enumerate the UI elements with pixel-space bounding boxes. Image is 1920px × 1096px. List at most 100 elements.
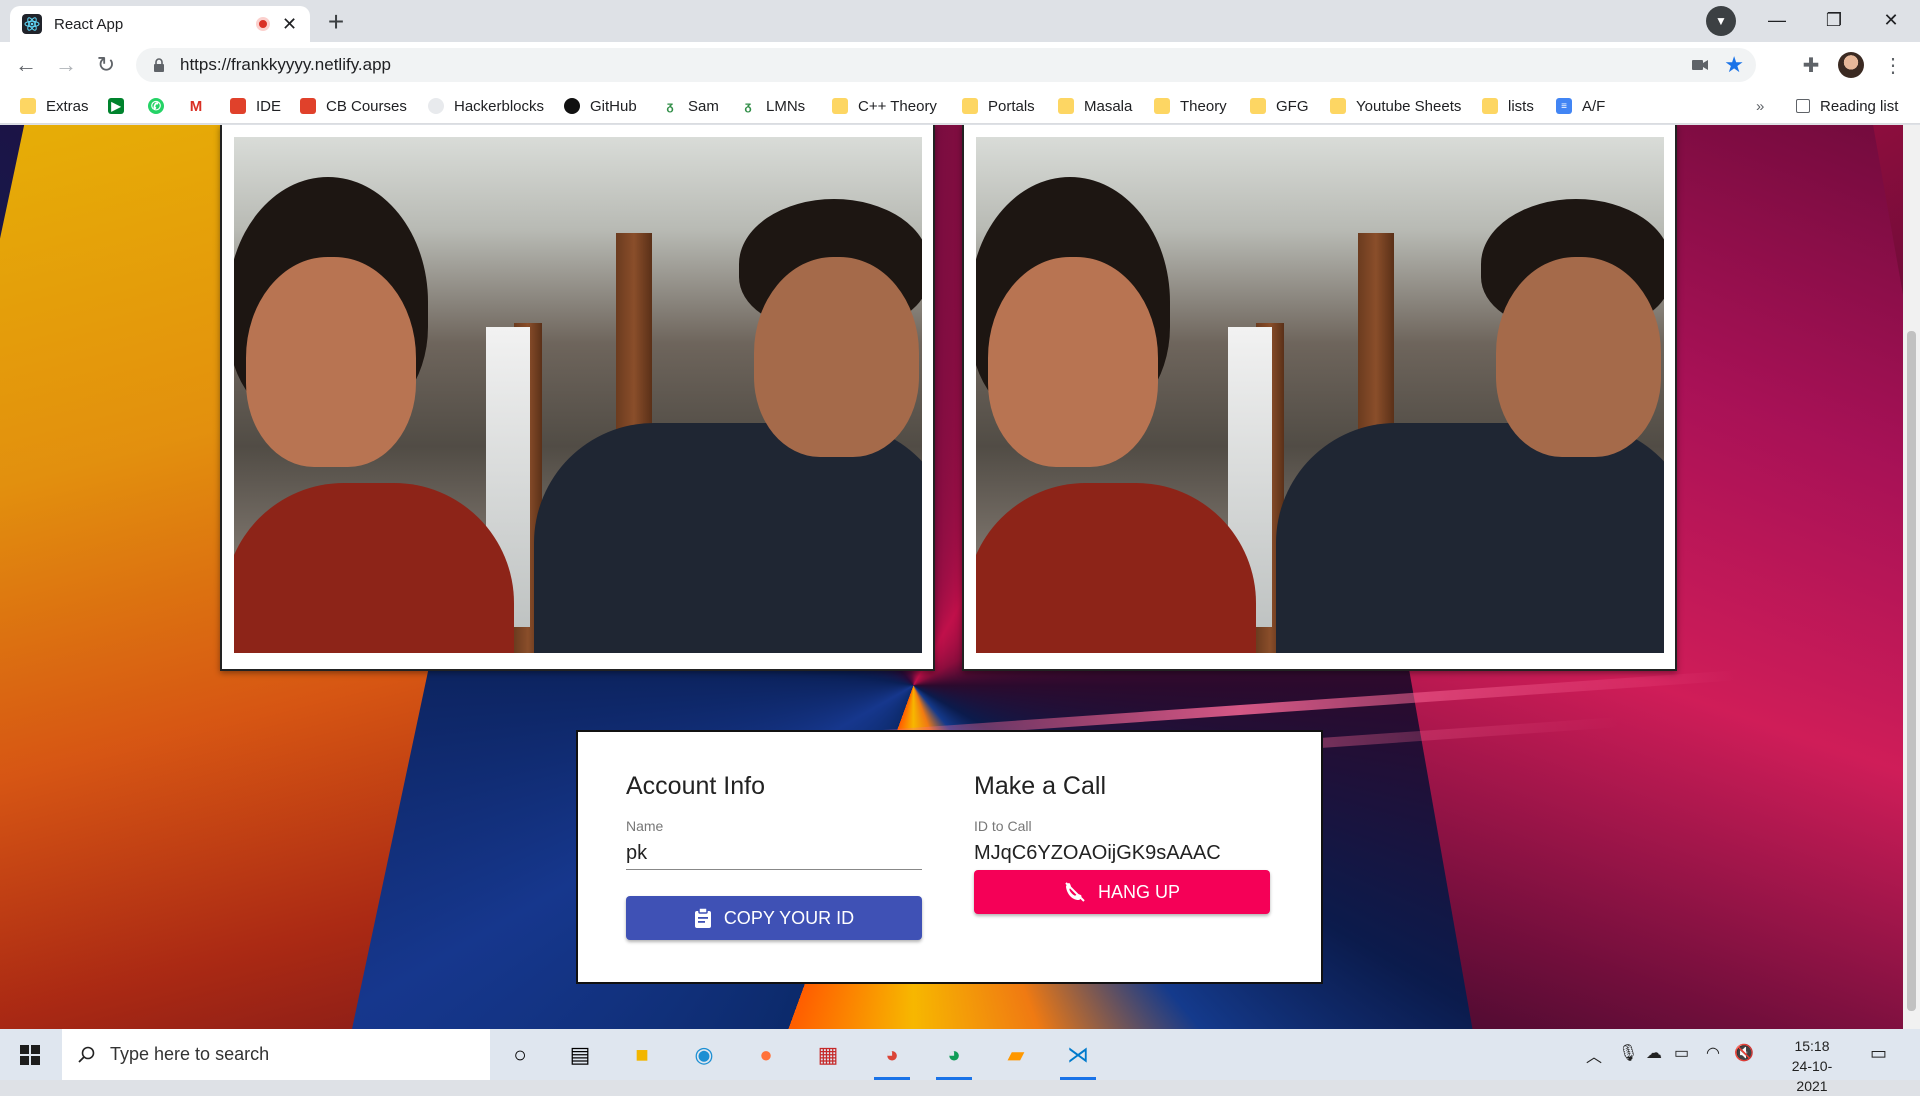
docs-icon: ≡ bbox=[1556, 98, 1572, 114]
bookmark-whatsapp[interactable]: ✆ bbox=[148, 94, 174, 118]
firefox-icon[interactable]: ● bbox=[746, 1037, 786, 1073]
bookmark-star-icon[interactable]: ★ bbox=[1724, 52, 1744, 78]
bookmark-label: A/F bbox=[1582, 97, 1606, 115]
sublime-text-icon[interactable]: ▰ bbox=[996, 1037, 1036, 1073]
bookmark-cpp-theory[interactable]: C++ Theory bbox=[832, 94, 937, 118]
volume-muted-icon[interactable]: 🔇 bbox=[1734, 1043, 1754, 1063]
cortana-icon[interactable]: ○ bbox=[500, 1037, 540, 1073]
bookmark-label: C++ Theory bbox=[858, 97, 937, 115]
bookmark-masala[interactable]: Masala bbox=[1058, 94, 1132, 118]
bookmark-af[interactable]: ≡ A/F bbox=[1556, 94, 1605, 118]
microphone-icon[interactable]: 🎙 bbox=[1618, 1043, 1638, 1063]
task-view-icon[interactable]: ▤ bbox=[560, 1037, 600, 1073]
bookmark-youtube-sheets[interactable]: Youtube Sheets bbox=[1330, 94, 1461, 118]
browser-tabstrip: React App ✕ + ▼ — ❐ ✕ bbox=[0, 0, 1920, 42]
extensions-icon[interactable]: ✚ bbox=[1796, 50, 1826, 80]
tab-title: React App bbox=[54, 15, 124, 33]
person-right-face bbox=[1496, 257, 1661, 457]
bookmark-lists[interactable]: lists bbox=[1482, 94, 1534, 118]
windows-start-icon[interactable] bbox=[20, 1045, 40, 1065]
bookmark-gfg[interactable]: GFG bbox=[1250, 94, 1309, 118]
address-bar[interactable]: https://frankkyyyy.netlify.app ★ bbox=[136, 48, 1756, 82]
bookmark-portals[interactable]: Portals bbox=[962, 94, 1035, 118]
bookmark-label: Extras bbox=[46, 97, 89, 115]
edge-icon[interactable]: ◉ bbox=[684, 1037, 724, 1073]
copy-id-button[interactable]: COPY YOUR ID bbox=[626, 896, 922, 940]
person-right-face bbox=[754, 257, 919, 457]
windows-taskbar: Type here to search ○ ▤ ■ ◉ ● ▦ ◕ ◕ ▰ ⋊ … bbox=[0, 1029, 1920, 1094]
system-clock[interactable]: 15:18 24-10-2021 bbox=[1777, 1036, 1847, 1096]
tab-search-icon[interactable]: ▼ bbox=[1706, 6, 1736, 36]
hackerblocks-icon bbox=[428, 98, 444, 114]
hang-up-button[interactable]: HANG UP bbox=[974, 870, 1270, 914]
profile-avatar[interactable] bbox=[1838, 52, 1864, 78]
bookmark-hackerblocks[interactable]: Hackerblocks bbox=[428, 94, 544, 118]
bookmark-github[interactable]: GitHub bbox=[564, 94, 637, 118]
recording-indicator-icon bbox=[256, 17, 270, 31]
menu-icon[interactable]: ⋮ bbox=[1878, 50, 1908, 80]
taskbar-search[interactable]: Type here to search bbox=[62, 1029, 490, 1080]
id-to-call-input[interactable]: MJqC6YZOAOijGK9sAAAC bbox=[974, 842, 1270, 870]
notifications-icon[interactable]: ▭ bbox=[1870, 1043, 1887, 1064]
clock-time: 15:18 bbox=[1794, 1038, 1830, 1054]
chrome-icon[interactable]: ◕ bbox=[872, 1037, 912, 1080]
restore-button[interactable]: ❐ bbox=[1805, 0, 1863, 40]
folder-icon bbox=[1250, 98, 1266, 114]
camera-in-use-icon[interactable] bbox=[1692, 59, 1708, 71]
reading-list-label: Reading list bbox=[1820, 97, 1899, 115]
whatsapp-icon: ✆ bbox=[148, 98, 164, 114]
lock-icon bbox=[150, 58, 168, 72]
clipboard-icon bbox=[694, 908, 712, 928]
reload-button[interactable]: ↻ bbox=[90, 49, 122, 81]
browser-toolbar: ← → ↻ https://frankkyyyy.netlify.app ★ ✚… bbox=[0, 42, 1920, 88]
name-label: Name bbox=[626, 818, 664, 834]
gfg-icon: ᵹ bbox=[666, 99, 674, 113]
bookmark-cb-courses[interactable]: CB Courses bbox=[300, 94, 407, 118]
account-info-heading: Account Info bbox=[626, 772, 765, 800]
scrollbar-thumb[interactable] bbox=[1907, 331, 1916, 1011]
react-favicon-icon bbox=[22, 14, 42, 34]
make-call-section: Make a Call ID to Call MJqC6YZOAOijGK9sA… bbox=[974, 772, 1270, 914]
bookmark-extras[interactable]: Extras bbox=[20, 94, 89, 118]
person-right-body bbox=[534, 423, 922, 653]
bookmark-label: Hackerblocks bbox=[454, 97, 545, 115]
file-explorer-icon[interactable]: ■ bbox=[622, 1037, 662, 1073]
tab-react-app[interactable]: React App ✕ bbox=[10, 6, 310, 42]
bookmark-gmail[interactable]: M bbox=[188, 94, 214, 118]
phone-disabled-icon bbox=[1064, 881, 1086, 903]
back-button[interactable]: ← bbox=[10, 49, 42, 81]
bookmark-ide[interactable]: IDE bbox=[230, 94, 281, 118]
show-hidden-icons[interactable]: ︿ bbox=[1586, 1043, 1602, 1067]
chrome-profile-icon[interactable]: ◕ bbox=[934, 1037, 974, 1080]
local-video-card bbox=[220, 125, 935, 671]
remote-video bbox=[976, 137, 1664, 653]
battery-icon[interactable]: ▭ bbox=[1674, 1043, 1689, 1063]
url-text: https://frankkyyyy.netlify.app bbox=[180, 55, 392, 74]
bookmark-lmns[interactable]: ᵹ LMNs bbox=[740, 94, 805, 118]
bookmark-meet[interactable]: ▶ bbox=[108, 94, 134, 118]
bookmark-label: Theory bbox=[1180, 97, 1227, 115]
copy-id-label: COPY YOUR ID bbox=[723, 907, 855, 928]
folder-icon bbox=[20, 98, 36, 114]
reading-list-button[interactable]: Reading list bbox=[1796, 94, 1898, 118]
bookmark-label: IDE bbox=[256, 97, 282, 115]
gfg-icon: ᵹ bbox=[744, 99, 752, 113]
minimize-button[interactable]: — bbox=[1748, 0, 1806, 40]
bookmark-sam[interactable]: ᵹ Sam bbox=[662, 94, 719, 118]
wifi-icon[interactable]: ◠ bbox=[1706, 1043, 1720, 1063]
paint-icon[interactable]: ▦ bbox=[808, 1037, 848, 1073]
bookmark-theory[interactable]: Theory bbox=[1154, 94, 1227, 118]
close-tab-icon[interactable]: ✕ bbox=[282, 15, 298, 33]
clock-date: 24-10-2021 bbox=[1791, 1058, 1833, 1094]
name-input[interactable]: pk bbox=[626, 842, 922, 870]
github-icon bbox=[564, 98, 580, 114]
close-window-button[interactable]: ✕ bbox=[1862, 0, 1920, 40]
folder-icon bbox=[832, 98, 848, 114]
page-scrollbar[interactable] bbox=[1903, 125, 1920, 1029]
new-tab-button[interactable]: + bbox=[318, 4, 354, 40]
forward-button[interactable]: → bbox=[50, 49, 82, 81]
search-placeholder: Type here to search bbox=[110, 1044, 270, 1064]
more-bookmarks-button[interactable]: » bbox=[1756, 94, 1764, 118]
vscode-icon[interactable]: ⋊ bbox=[1058, 1037, 1098, 1080]
onedrive-icon[interactable]: ☁ bbox=[1646, 1043, 1662, 1063]
